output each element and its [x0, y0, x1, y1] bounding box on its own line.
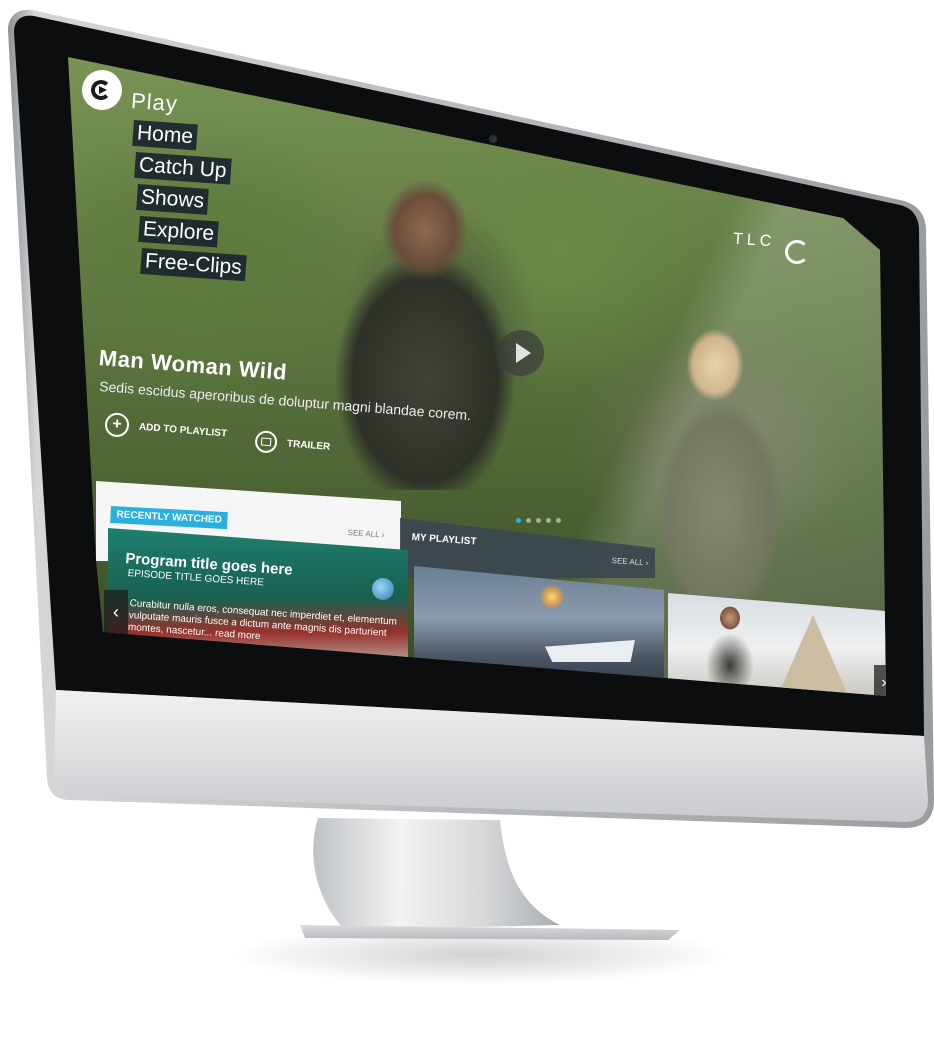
carousel-dots	[516, 518, 561, 523]
cast-icon[interactable]	[785, 240, 809, 264]
chevron-right-icon: ›	[381, 530, 385, 540]
trailer-label: TRAILER	[286, 437, 331, 453]
plus-icon: +	[104, 412, 130, 438]
nav-item-explore[interactable]: Explore	[138, 216, 220, 248]
carousel-dot[interactable]	[516, 518, 521, 523]
nav-item-shows[interactable]: Shows	[136, 184, 209, 215]
play-logo-icon[interactable]	[82, 70, 122, 110]
nav-item-home[interactable]: Home	[132, 120, 198, 151]
globe-icon	[372, 578, 394, 600]
chevron-right-icon: ›	[645, 558, 649, 568]
channel-logo: TLC	[732, 230, 776, 251]
carousel-dot[interactable]	[526, 518, 531, 523]
carousel-dot[interactable]	[546, 518, 551, 523]
add-to-playlist-label: ADD TO PLAYLIST	[138, 421, 228, 440]
brand-label: Play	[130, 88, 179, 117]
carousel-prev-button[interactable]: ‹	[104, 590, 128, 634]
flare-light	[540, 585, 564, 609]
carousel-dot[interactable]	[556, 518, 561, 523]
play-video-button[interactable]	[498, 330, 544, 376]
carousel-dot[interactable]	[536, 518, 541, 523]
film-icon	[254, 430, 278, 454]
person-shape	[700, 600, 760, 695]
